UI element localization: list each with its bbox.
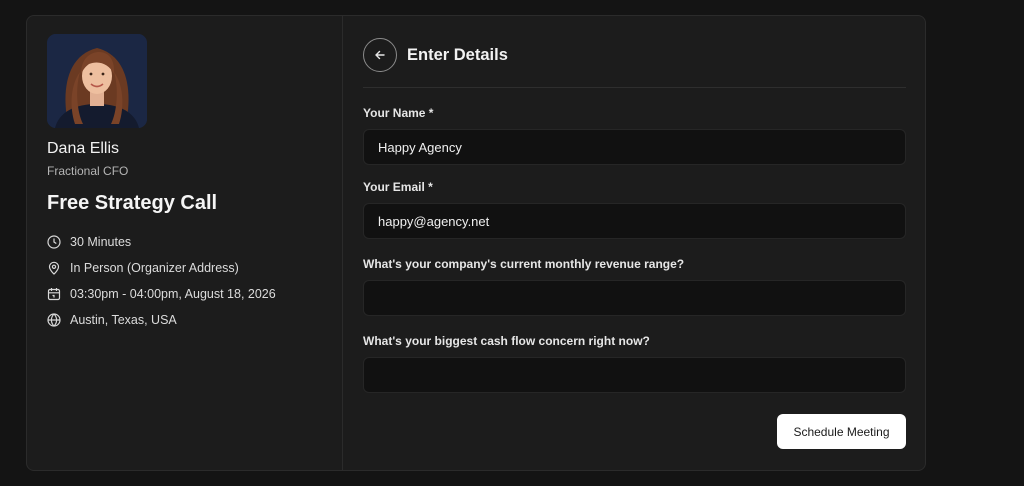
cashflow-input[interactable] — [363, 357, 906, 393]
event-summary-panel: Dana Ellis Fractional CFO Free Strategy … — [27, 16, 343, 470]
timezone-text: Austin, Texas, USA — [70, 313, 177, 327]
booking-card: Dana Ellis Fractional CFO Free Strategy … — [26, 15, 926, 471]
back-button[interactable] — [363, 38, 397, 72]
timezone-row: Austin, Texas, USA — [47, 307, 322, 333]
datetime-row: 03:30pm - 04:00pm, August 18, 2026 — [47, 281, 322, 307]
event-meta-list: 30 Minutes In Person (Organizer Address)… — [47, 229, 322, 333]
form-header: Enter Details — [363, 38, 906, 72]
location-row: In Person (Organizer Address) — [47, 255, 322, 281]
schedule-meeting-button[interactable]: Schedule Meeting — [777, 414, 906, 449]
datetime-text: 03:30pm - 04:00pm, August 18, 2026 — [70, 287, 276, 301]
duration-text: 30 Minutes — [70, 235, 132, 249]
header-divider — [363, 87, 906, 88]
host-name: Dana Ellis — [47, 140, 120, 157]
duration-row: 30 Minutes — [47, 229, 322, 255]
name-field-group: Your Name * — [363, 106, 906, 165]
revenue-label: What's your company's current monthly re… — [363, 257, 685, 271]
email-input[interactable] — [363, 203, 906, 239]
arrow-left-icon — [374, 49, 386, 61]
details-form-panel: Enter Details Your Name * Your Email * W… — [343, 16, 925, 470]
avatar — [47, 34, 147, 128]
event-title: Free Strategy Call — [47, 192, 218, 214]
location-pin-icon — [47, 261, 61, 275]
revenue-input[interactable] — [363, 280, 906, 316]
cashflow-field-group: What's your biggest cash flow concern ri… — [363, 334, 906, 393]
host-title: Fractional CFO — [47, 164, 129, 178]
location-text: In Person (Organizer Address) — [70, 261, 239, 275]
name-label: Your Name * — [363, 106, 434, 120]
form-title: Enter Details — [407, 45, 508, 64]
email-field-group: Your Email * — [363, 180, 906, 239]
cashflow-label: What's your biggest cash flow concern ri… — [363, 334, 650, 348]
globe-icon — [47, 313, 61, 327]
clock-icon — [47, 235, 61, 249]
revenue-field-group: What's your company's current monthly re… — [363, 257, 906, 316]
email-label: Your Email * — [363, 180, 433, 194]
calendar-icon — [47, 287, 61, 301]
name-input[interactable] — [363, 129, 906, 165]
